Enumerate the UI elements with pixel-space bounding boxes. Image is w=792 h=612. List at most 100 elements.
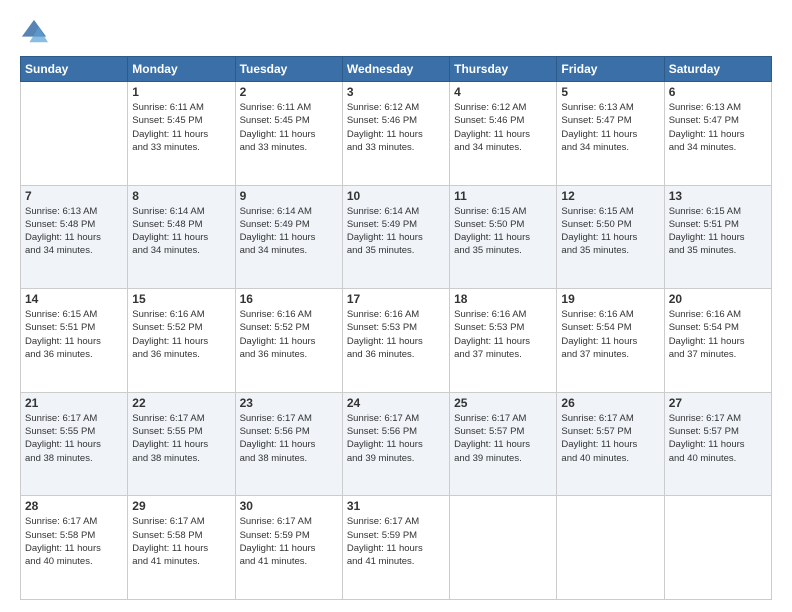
day-info: Sunrise: 6:17 AM Sunset: 5:57 PM Dayligh… [454, 412, 552, 465]
day-number: 30 [240, 499, 338, 513]
calendar-week-1: 1Sunrise: 6:11 AM Sunset: 5:45 PM Daylig… [21, 82, 772, 186]
calendar-cell: 10 Sunrise: 6:14 AM Sunset: 5:49 PM Dayli… [342, 185, 449, 289]
calendar-cell: 23 Sunrise: 6:17 AM Sunset: 5:56 PM Dayli… [235, 392, 342, 496]
day-header-thursday: Thursday [450, 57, 557, 82]
calendar-body: 1Sunrise: 6:11 AM Sunset: 5:45 PM Daylig… [21, 82, 772, 600]
calendar-cell: 3 Sunrise: 6:12 AM Sunset: 5:46 PM Daylig… [342, 82, 449, 186]
calendar-week-3: 14Sunrise: 6:15 AM Sunset: 5:51 PM Dayli… [21, 289, 772, 393]
calendar-cell: 27 Sunrise: 6:17 AM Sunset: 5:57 PM Dayli… [664, 392, 771, 496]
day-info: Sunrise: 6:16 AM Sunset: 5:54 PM Dayligh… [561, 308, 659, 361]
calendar-cell: 30 Sunrise: 6:17 AM Sunset: 5:59 PM Dayli… [235, 496, 342, 600]
calendar-cell [664, 496, 771, 600]
day-info: Sunrise: 6:16 AM Sunset: 5:52 PM Dayligh… [240, 308, 338, 361]
header [20, 18, 772, 46]
calendar-cell: 13Sunrise: 6:15 AM Sunset: 5:51 PM Dayli… [664, 185, 771, 289]
day-number: 4 [454, 85, 552, 99]
day-info: Sunrise: 6:17 AM Sunset: 5:59 PM Dayligh… [347, 515, 445, 568]
day-info: Sunrise: 6:12 AM Sunset: 5:46 PM Dayligh… [347, 101, 445, 154]
calendar-cell: 29 Sunrise: 6:17 AM Sunset: 5:58 PM Dayli… [128, 496, 235, 600]
day-info: Sunrise: 6:15 AM Sunset: 5:50 PM Dayligh… [561, 205, 659, 258]
calendar-cell: 18Sunrise: 6:16 AM Sunset: 5:53 PM Dayli… [450, 289, 557, 393]
calendar-cell: 25 Sunrise: 6:17 AM Sunset: 5:57 PM Dayli… [450, 392, 557, 496]
day-info: Sunrise: 6:17 AM Sunset: 5:56 PM Dayligh… [347, 412, 445, 465]
day-number: 11 [454, 189, 552, 203]
day-header-tuesday: Tuesday [235, 57, 342, 82]
day-number: 31 [347, 499, 445, 513]
day-header-saturday: Saturday [664, 57, 771, 82]
day-number: 23 [240, 396, 338, 410]
day-info: Sunrise: 6:13 AM Sunset: 5:47 PM Dayligh… [669, 101, 767, 154]
calendar-cell: 20Sunrise: 6:16 AM Sunset: 5:54 PM Dayli… [664, 289, 771, 393]
day-number: 10 [347, 189, 445, 203]
day-info: Sunrise: 6:17 AM Sunset: 5:58 PM Dayligh… [25, 515, 123, 568]
calendar-cell: 26 Sunrise: 6:17 AM Sunset: 5:57 PM Dayli… [557, 392, 664, 496]
calendar-cell: 9Sunrise: 6:14 AM Sunset: 5:49 PM Daylig… [235, 185, 342, 289]
calendar-table: SundayMondayTuesdayWednesdayThursdayFrid… [20, 56, 772, 600]
day-info: Sunrise: 6:17 AM Sunset: 5:57 PM Dayligh… [561, 412, 659, 465]
calendar-cell: 16Sunrise: 6:16 AM Sunset: 5:52 PM Dayli… [235, 289, 342, 393]
logo [20, 18, 48, 46]
day-header-monday: Monday [128, 57, 235, 82]
calendar-cell: 7Sunrise: 6:13 AM Sunset: 5:48 PM Daylig… [21, 185, 128, 289]
calendar-cell: 4 Sunrise: 6:12 AM Sunset: 5:46 PM Daylig… [450, 82, 557, 186]
day-info: Sunrise: 6:16 AM Sunset: 5:52 PM Dayligh… [132, 308, 230, 361]
calendar-cell: 5 Sunrise: 6:13 AM Sunset: 5:47 PM Daylig… [557, 82, 664, 186]
day-number: 28 [25, 499, 123, 513]
day-number: 3 [347, 85, 445, 99]
day-info: Sunrise: 6:17 AM Sunset: 5:57 PM Dayligh… [669, 412, 767, 465]
calendar-week-2: 7Sunrise: 6:13 AM Sunset: 5:48 PM Daylig… [21, 185, 772, 289]
day-number: 13 [669, 189, 767, 203]
day-info: Sunrise: 6:15 AM Sunset: 5:51 PM Dayligh… [25, 308, 123, 361]
calendar-cell: 2 Sunrise: 6:11 AM Sunset: 5:45 PM Daylig… [235, 82, 342, 186]
day-info: Sunrise: 6:17 AM Sunset: 5:59 PM Dayligh… [240, 515, 338, 568]
day-info: Sunrise: 6:17 AM Sunset: 5:55 PM Dayligh… [132, 412, 230, 465]
day-number: 18 [454, 292, 552, 306]
day-info: Sunrise: 6:16 AM Sunset: 5:53 PM Dayligh… [347, 308, 445, 361]
day-number: 24 [347, 396, 445, 410]
day-number: 26 [561, 396, 659, 410]
calendar-cell [450, 496, 557, 600]
day-info: Sunrise: 6:11 AM Sunset: 5:45 PM Dayligh… [132, 101, 230, 154]
day-header-friday: Friday [557, 57, 664, 82]
calendar-header-row: SundayMondayTuesdayWednesdayThursdayFrid… [21, 57, 772, 82]
calendar-cell: 11 Sunrise: 6:15 AM Sunset: 5:50 PM Dayli… [450, 185, 557, 289]
calendar-cell: 14Sunrise: 6:15 AM Sunset: 5:51 PM Dayli… [21, 289, 128, 393]
day-info: Sunrise: 6:11 AM Sunset: 5:45 PM Dayligh… [240, 101, 338, 154]
day-number: 17 [347, 292, 445, 306]
day-header-sunday: Sunday [21, 57, 128, 82]
day-info: Sunrise: 6:15 AM Sunset: 5:50 PM Dayligh… [454, 205, 552, 258]
day-number: 19 [561, 292, 659, 306]
calendar-cell [557, 496, 664, 600]
day-info: Sunrise: 6:17 AM Sunset: 5:56 PM Dayligh… [240, 412, 338, 465]
calendar-cell: 17 Sunrise: 6:16 AM Sunset: 5:53 PM Dayli… [342, 289, 449, 393]
calendar-cell: 22 Sunrise: 6:17 AM Sunset: 5:55 PM Dayli… [128, 392, 235, 496]
day-header-wednesday: Wednesday [342, 57, 449, 82]
calendar-cell: 31 Sunrise: 6:17 AM Sunset: 5:59 PM Dayli… [342, 496, 449, 600]
day-number: 2 [240, 85, 338, 99]
calendar-cell: 12 Sunrise: 6:15 AM Sunset: 5:50 PM Dayli… [557, 185, 664, 289]
day-number: 22 [132, 396, 230, 410]
day-number: 21 [25, 396, 123, 410]
calendar-cell: 21 Sunrise: 6:17 AM Sunset: 5:55 PM Dayli… [21, 392, 128, 496]
day-number: 12 [561, 189, 659, 203]
day-info: Sunrise: 6:12 AM Sunset: 5:46 PM Dayligh… [454, 101, 552, 154]
day-info: Sunrise: 6:14 AM Sunset: 5:48 PM Dayligh… [132, 205, 230, 258]
calendar-cell: 1Sunrise: 6:11 AM Sunset: 5:45 PM Daylig… [128, 82, 235, 186]
day-info: Sunrise: 6:17 AM Sunset: 5:58 PM Dayligh… [132, 515, 230, 568]
day-info: Sunrise: 6:14 AM Sunset: 5:49 PM Dayligh… [347, 205, 445, 258]
day-number: 5 [561, 85, 659, 99]
calendar-cell [21, 82, 128, 186]
day-number: 27 [669, 396, 767, 410]
page: SundayMondayTuesdayWednesdayThursdayFrid… [0, 0, 792, 612]
calendar-cell: 24 Sunrise: 6:17 AM Sunset: 5:56 PM Dayli… [342, 392, 449, 496]
calendar-week-4: 21 Sunrise: 6:17 AM Sunset: 5:55 PM Dayli… [21, 392, 772, 496]
calendar-cell: 28 Sunrise: 6:17 AM Sunset: 5:58 PM Dayli… [21, 496, 128, 600]
day-number: 25 [454, 396, 552, 410]
day-number: 9 [240, 189, 338, 203]
day-number: 6 [669, 85, 767, 99]
day-info: Sunrise: 6:17 AM Sunset: 5:55 PM Dayligh… [25, 412, 123, 465]
calendar-cell: 8Sunrise: 6:14 AM Sunset: 5:48 PM Daylig… [128, 185, 235, 289]
day-number: 29 [132, 499, 230, 513]
day-info: Sunrise: 6:16 AM Sunset: 5:54 PM Dayligh… [669, 308, 767, 361]
day-info: Sunrise: 6:13 AM Sunset: 5:47 PM Dayligh… [561, 101, 659, 154]
